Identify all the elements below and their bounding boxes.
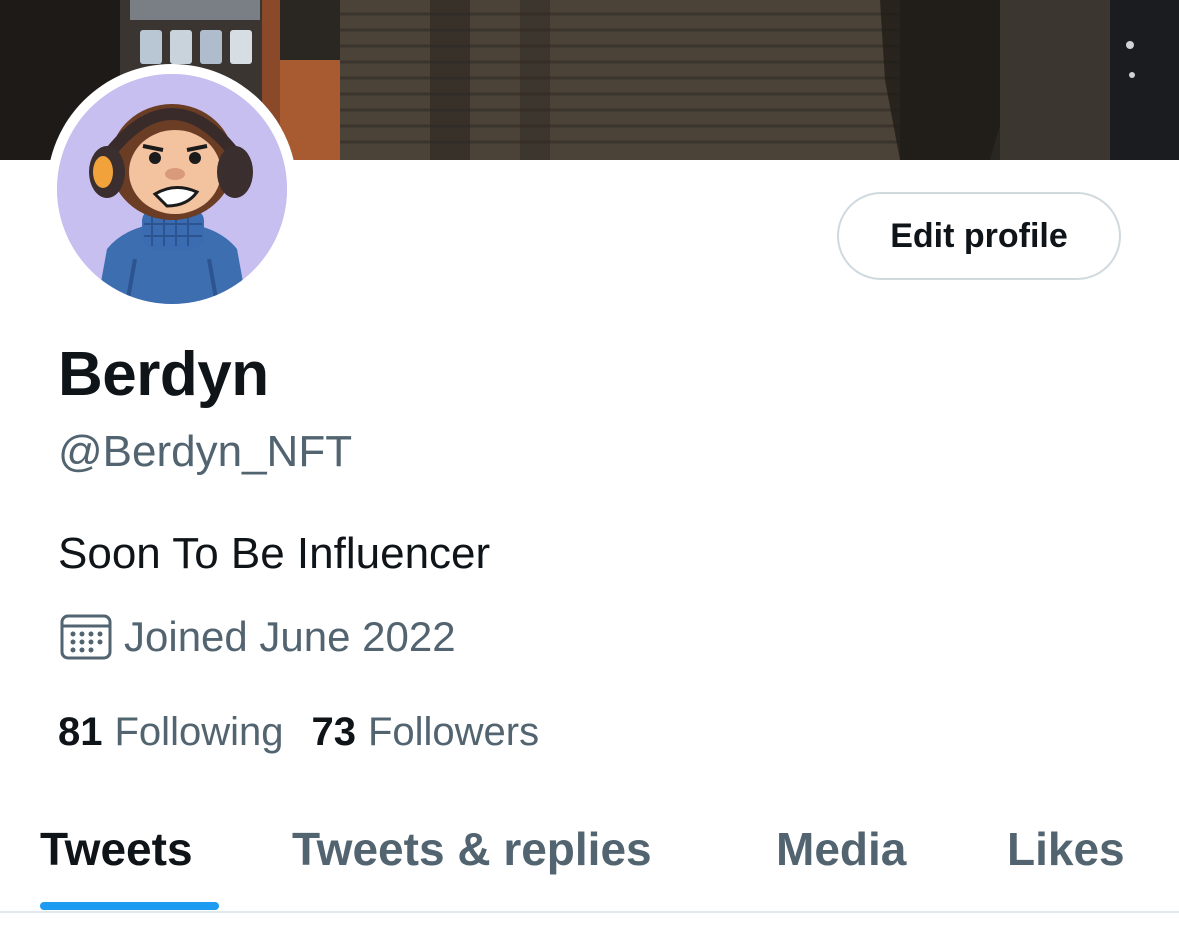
follow-stats: 81 Following 73 Followers <box>58 708 567 756</box>
tab-likes[interactable]: Likes <box>1007 822 1125 877</box>
profile-page: Edit profile Berdyn @Berdyn_NFT Soon To … <box>0 0 1179 930</box>
tab-tweets[interactable]: Tweets <box>40 822 193 877</box>
calendar-icon <box>58 612 114 662</box>
joined-date: Joined June 2022 <box>124 613 456 660</box>
tab-tweets-and-replies[interactable]: Tweets & replies <box>292 822 652 877</box>
user-handle: @Berdyn_NFT <box>58 427 353 476</box>
display-name: Berdyn <box>58 340 269 409</box>
tab-media[interactable]: Media <box>776 822 906 877</box>
following-count: 81 <box>58 710 103 754</box>
following-link[interactable]: 81 Following <box>58 708 283 756</box>
following-label: Following <box>114 710 284 754</box>
profile-tabs: Tweets Tweets & replies Media Likes <box>0 812 1179 912</box>
avatar-image <box>57 74 287 304</box>
followers-label: Followers <box>367 710 540 754</box>
edit-profile-button[interactable]: Edit profile <box>837 192 1121 280</box>
joined-date-row: Joined June 2022 <box>58 612 456 662</box>
followers-link[interactable]: 73 Followers <box>311 708 539 756</box>
followers-count: 73 <box>311 710 356 754</box>
active-tab-indicator <box>40 902 219 910</box>
tabs-divider <box>0 911 1179 913</box>
avatar[interactable] <box>47 64 297 314</box>
profile-bio: Soon To Be Influencer <box>58 529 491 578</box>
